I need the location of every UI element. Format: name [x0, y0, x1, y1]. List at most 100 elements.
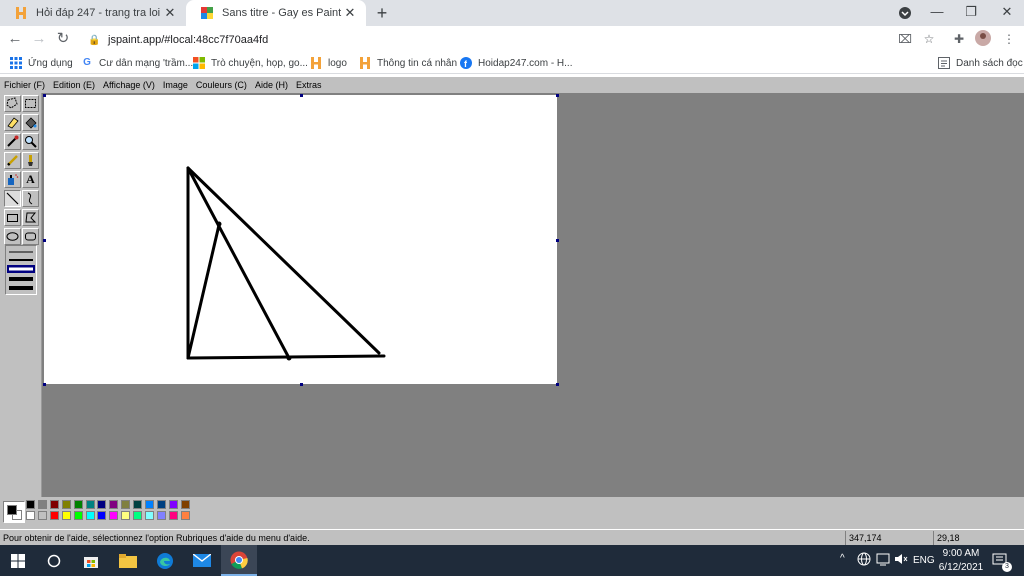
speaker-muted-icon[interactable] — [894, 552, 908, 569]
tab-title: Hỏi đáp 247 - trang tra loi — [36, 7, 161, 19]
display-icon[interactable] — [876, 552, 890, 569]
palette-swatch[interactable] — [49, 511, 59, 520]
palette-swatch[interactable] — [145, 500, 154, 509]
reload-icon[interactable]: ↻ — [52, 29, 74, 49]
menu-image[interactable]: Image — [163, 80, 188, 90]
bookmark-tro-chuyen[interactable]: Trò chuyện, họp, go... — [193, 55, 308, 71]
ellipse-icon[interactable] — [4, 228, 21, 245]
palette-swatch[interactable] — [145, 511, 154, 520]
palette-swatch[interactable] — [73, 500, 83, 509]
kebab-menu-icon[interactable]: ⋮ — [1000, 30, 1018, 48]
tab-hoidap[interactable]: Hỏi đáp 247 - trang tra loi ✕ — [0, 0, 186, 26]
fill-bucket-icon[interactable] — [22, 114, 39, 131]
palette-swatch[interactable] — [49, 500, 59, 509]
palette-swatch[interactable] — [26, 511, 35, 520]
search-icon[interactable] — [36, 545, 72, 576]
extensions-icon[interactable]: ✚ — [950, 30, 968, 48]
paint-menu-bar: Fichier (F) Edition (E) Affichage (V) Im… — [0, 77, 1024, 93]
hoidap-icon — [310, 57, 322, 69]
close-tab-icon[interactable]: ✕ — [342, 5, 358, 21]
palette-swatch[interactable] — [180, 500, 190, 509]
palette-swatch[interactable] — [37, 500, 47, 509]
palette-swatch[interactable] — [97, 500, 107, 509]
file-explorer-icon[interactable] — [110, 545, 146, 576]
palette-swatch[interactable] — [37, 511, 47, 520]
magnifier-icon[interactable] — [22, 133, 39, 150]
palette-swatch[interactable] — [121, 500, 131, 509]
text-icon[interactable]: A — [22, 171, 39, 188]
pick-color-icon[interactable] — [4, 133, 21, 150]
bookmark-cu-dan-mang[interactable]: G Cư dân mạng 'trầm... — [81, 55, 193, 71]
bookmark-logo[interactable]: logo — [310, 55, 347, 71]
avatar[interactable] — [974, 30, 992, 48]
palette-swatch[interactable] — [85, 500, 95, 509]
menu-edition[interactable]: Edition (E) — [53, 80, 95, 90]
primary-color[interactable] — [7, 505, 17, 515]
palette-swatch[interactable] — [156, 511, 166, 520]
palette-swatch[interactable] — [133, 500, 143, 509]
curve-icon[interactable] — [22, 190, 39, 207]
address-bar[interactable]: 🔒 jspaint.app/#local:48cc7f70aa4fd — [82, 29, 942, 51]
forward-icon[interactable]: → — [28, 29, 50, 49]
palette-swatch[interactable] — [121, 511, 131, 520]
rounded-rectangle-icon[interactable] — [22, 228, 39, 245]
language-indicator[interactable]: ENG — [913, 555, 935, 566]
palette-swatch[interactable] — [73, 511, 83, 520]
bookmark-apps[interactable]: Ứng dụng — [10, 55, 73, 71]
store-icon[interactable] — [73, 545, 109, 576]
palette-swatch[interactable] — [133, 511, 143, 520]
close-window-icon[interactable]: ✕ — [990, 0, 1024, 26]
network-globe-icon[interactable] — [857, 552, 871, 569]
palette-swatch[interactable] — [85, 511, 95, 520]
rectangle-icon[interactable] — [4, 209, 21, 226]
menu-affichage[interactable]: Affichage (V) — [103, 80, 155, 90]
bookmark-thong-tin[interactable]: Thông tin cá nhân — [359, 55, 457, 71]
palette-swatch[interactable] — [168, 500, 178, 509]
polygon-icon[interactable] — [22, 209, 39, 226]
chrome-icon[interactable] — [221, 545, 257, 576]
current-colors[interactable] — [3, 501, 25, 523]
palette-swatch[interactable] — [109, 500, 119, 509]
translate-icon[interactable]: ⌧ — [896, 30, 914, 48]
profile-menu-icon[interactable] — [888, 0, 922, 26]
back-icon[interactable]: ← — [4, 29, 26, 49]
line-icon[interactable] — [4, 190, 21, 207]
tab-jspaint[interactable]: Sans titre - Gay es Paint ✕ — [186, 0, 366, 26]
clock-time[interactable]: 9:00 AM — [942, 548, 980, 559]
menu-couleurs[interactable]: Couleurs (C) — [196, 80, 247, 90]
palette-swatch[interactable] — [26, 500, 35, 509]
drawing-canvas[interactable] — [44, 95, 557, 384]
menu-extras[interactable]: Extras — [296, 80, 322, 90]
new-tab-icon[interactable]: + — [372, 3, 392, 23]
brush-icon[interactable] — [22, 152, 39, 169]
airbrush-icon[interactable] — [4, 171, 21, 188]
reading-list[interactable]: Danh sách đọc — [938, 55, 1023, 71]
palette-swatch[interactable] — [156, 500, 166, 509]
palette-swatch[interactable] — [168, 511, 178, 520]
resize-handle[interactable] — [300, 383, 303, 386]
bookmark-hoidap247[interactable]: f Hoidap247.com - H... — [460, 55, 573, 71]
palette-swatch[interactable] — [109, 511, 119, 520]
palette-swatch[interactable] — [97, 511, 107, 520]
show-hidden-icons-icon[interactable]: ^ — [840, 553, 845, 564]
eraser-icon[interactable] — [4, 114, 21, 131]
clock-date[interactable]: 6/12/2021 — [938, 562, 984, 573]
minimize-icon[interactable]: — — [920, 0, 954, 26]
edge-icon[interactable] — [147, 545, 183, 576]
resize-handle[interactable] — [556, 383, 559, 386]
mail-icon[interactable] — [184, 545, 220, 576]
windows-start-icon[interactable] — [0, 545, 36, 576]
palette-swatch[interactable] — [180, 511, 190, 520]
palette-swatch[interactable] — [61, 511, 71, 520]
palette-swatch[interactable] — [61, 500, 71, 509]
free-form-select-icon[interactable] — [4, 95, 21, 112]
close-tab-icon[interactable]: ✕ — [162, 5, 178, 21]
pencil-icon[interactable] — [4, 152, 21, 169]
restore-icon[interactable]: ❐ — [954, 0, 988, 26]
bookmark-star-icon[interactable]: ☆ — [920, 30, 938, 48]
resize-handle[interactable] — [556, 239, 559, 242]
facebook-icon: f — [460, 57, 472, 69]
select-icon[interactable] — [22, 95, 39, 112]
menu-aide[interactable]: Aide (H) — [255, 80, 288, 90]
menu-fichier[interactable]: Fichier (F) — [4, 80, 45, 90]
